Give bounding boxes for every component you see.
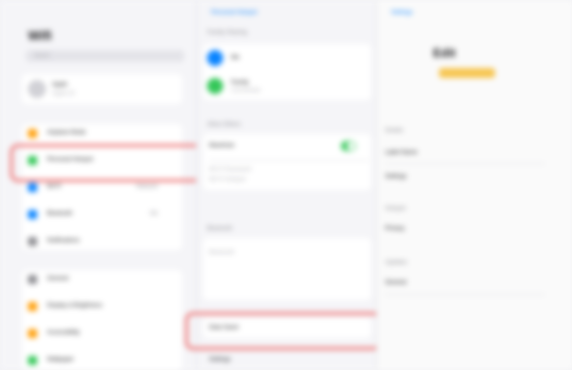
bluetooth-card <box>203 238 371 300</box>
device-graphic: Edit <box>429 44 495 92</box>
right-back-button[interactable]: Settings <box>391 10 413 16</box>
bluetooth-icon <box>28 209 37 219</box>
highlight-data-saver <box>185 312 381 350</box>
right-row-label[interactable]: Label Name <box>385 150 417 156</box>
search-input[interactable]: Search <box>26 50 184 62</box>
gear-icon <box>28 274 37 284</box>
bluetooth-label: Bluetooth <box>207 226 233 232</box>
sidebar-item-notifications[interactable]: Notifications <box>28 232 180 250</box>
toggle-label: Maximize <box>209 143 235 149</box>
maximize-toggle[interactable] <box>341 141 356 151</box>
family-label: Family Sharing <box>207 30 248 36</box>
footer-label: Settings <box>209 357 231 363</box>
back-button[interactable]: Personal Hotspot <box>211 10 257 16</box>
battery-bar <box>439 68 495 78</box>
sidebar: Wifi Search Apple Apple ID Airplane Mode… <box>0 0 196 370</box>
right-row-privacy[interactable]: Privacy <box>385 226 405 232</box>
members-card <box>203 44 371 100</box>
notifications-icon <box>28 236 37 246</box>
divider <box>209 160 369 161</box>
section-label: Allow Others <box>207 122 242 128</box>
wifi-icon <box>28 182 37 192</box>
display-icon <box>28 301 37 311</box>
right-section-header: Details <box>385 128 404 134</box>
sidebar-item-airplane[interactable]: Airplane Mode <box>28 124 180 142</box>
divider <box>385 163 545 164</box>
accessibility-icon <box>28 328 37 338</box>
account-name: Apple <box>52 82 68 88</box>
avatar <box>28 80 46 98</box>
member-name: Me <box>231 55 240 61</box>
sidebar-item-accessibility[interactable]: Accessibility <box>28 324 180 342</box>
right-section-header: Hotspot <box>385 206 406 212</box>
member-avatar <box>207 78 223 94</box>
sidebar-item-wallpaper[interactable]: Wallpaper <box>28 351 180 369</box>
account-subtitle: Apple ID <box>52 91 76 97</box>
right-row-general[interactable]: General <box>385 280 406 286</box>
member-sub: Connected <box>231 88 261 94</box>
member-avatar <box>207 50 223 66</box>
wallpaper-icon <box>28 355 37 365</box>
sidebar-title: Wifi <box>28 28 52 43</box>
wifi-hint: Wi-Fi Hotspot <box>209 177 246 183</box>
right-panel: Settings Edit Details Label Name Setting… <box>376 0 572 370</box>
sidebar-item-general[interactable]: General <box>28 270 180 288</box>
airplane-icon <box>28 128 37 138</box>
bluetooth-hint: Bluetooth <box>209 250 235 256</box>
right-row-settings[interactable]: Settings <box>385 174 407 180</box>
divider <box>385 294 545 295</box>
member-name: Family <box>231 80 249 86</box>
sidebar-item-bluetooth[interactable]: Bluetooth On <box>28 205 180 223</box>
device-label: Edit <box>433 46 456 60</box>
wifi-label[interactable]: Wi-Fi Password <box>209 167 251 173</box>
account-card[interactable]: Apple Apple ID <box>22 74 182 104</box>
highlight-sidebar <box>10 144 196 182</box>
right-section-header: Updates <box>385 260 408 266</box>
sidebar-item-display[interactable]: Display & Brightness <box>28 297 180 315</box>
